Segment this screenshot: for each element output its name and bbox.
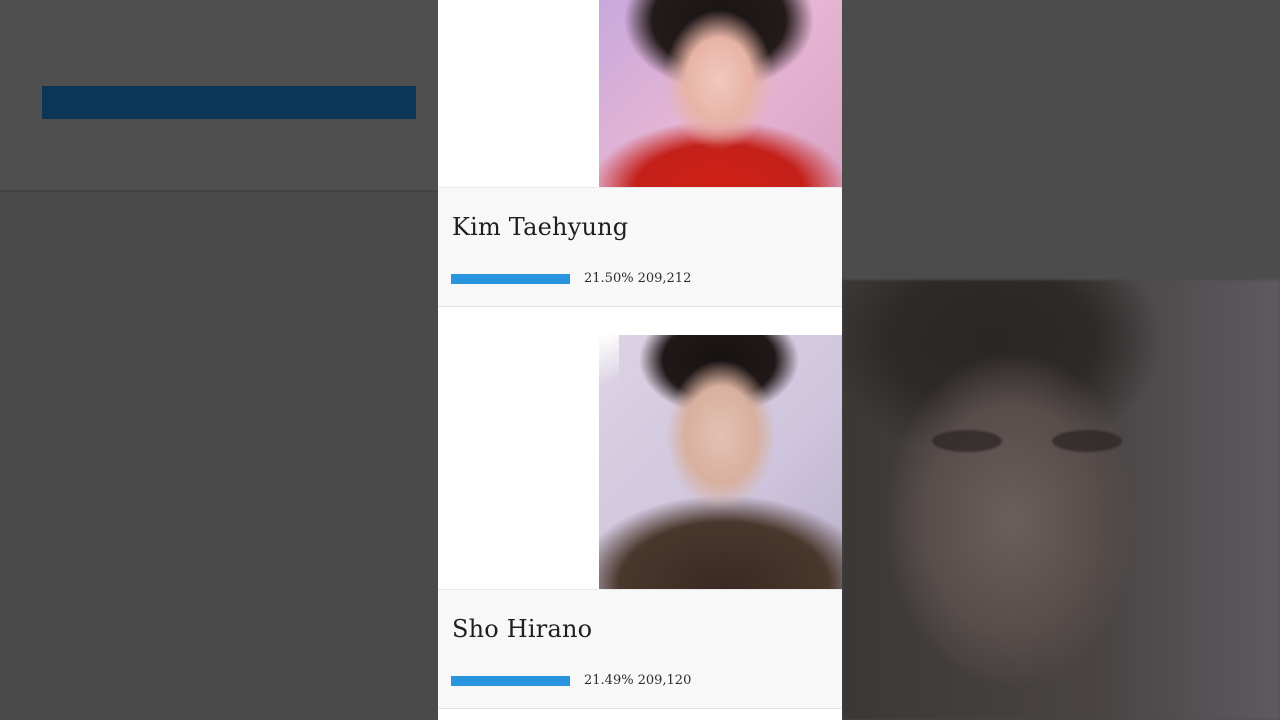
candidate-name: Sho Hirano bbox=[452, 615, 593, 643]
background-right-panel bbox=[842, 0, 1280, 280]
vote-count: 209,120 bbox=[637, 673, 692, 688]
vote-stats: 21.50% 209,212 bbox=[584, 271, 695, 286]
poll-results-column: Kim Taehyung 21.50% 209,212 Sho Hirano 21… bbox=[438, 0, 842, 720]
photo-light-flare bbox=[599, 335, 619, 395]
vote-count: 209,212 bbox=[637, 271, 692, 286]
vote-stats: 21.49% 209,120 bbox=[584, 673, 695, 688]
background-blurred-photo bbox=[842, 280, 1280, 720]
candidate-name: Kim Taehyung bbox=[452, 213, 629, 241]
vote-share-bar bbox=[451, 676, 570, 686]
vote-percent: 21.50% bbox=[584, 271, 634, 286]
background-photo-eye bbox=[1052, 430, 1122, 452]
vote-share-bar bbox=[451, 274, 570, 284]
background-left-lower bbox=[0, 192, 438, 720]
background-photo-eye bbox=[932, 430, 1002, 452]
candidate-entry: Sho Hirano 21.49% 209,120 bbox=[438, 589, 842, 709]
candidate-photo-sho-hirano bbox=[599, 335, 842, 589]
candidate-entry: Kim Taehyung 21.50% 209,212 bbox=[438, 187, 842, 307]
candidate-photo-kim-taehyung bbox=[599, 0, 842, 187]
background-blurred-bar bbox=[42, 86, 416, 119]
vote-percent: 21.49% bbox=[584, 673, 634, 688]
